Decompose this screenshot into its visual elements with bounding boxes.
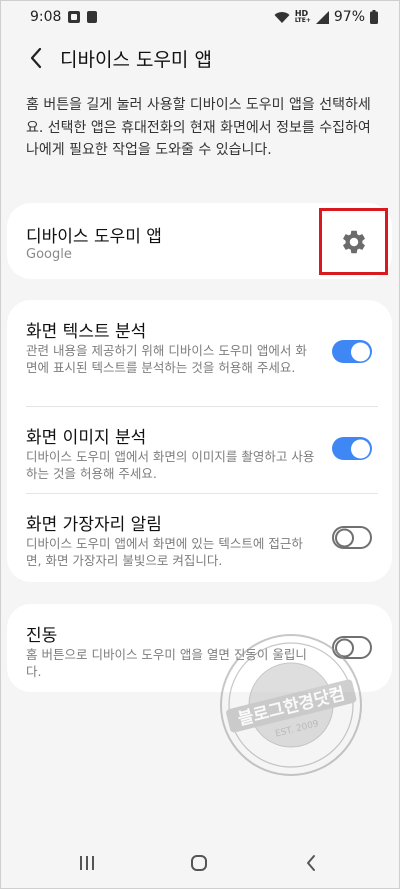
edge-alert-toggle[interactable] — [332, 526, 372, 549]
status-bar: 9:08 HD LTE+ 97% — [0, 0, 400, 34]
network-indicator: HD LTE+ — [295, 10, 311, 24]
text-analysis-toggle[interactable] — [332, 340, 372, 363]
toggle-knob — [335, 528, 354, 547]
setting-row-image-analysis[interactable]: 화면 이미지 분석 디바이스 도우미 앱에서 화면의 이미지를 촬영하고 사용하… — [7, 407, 392, 493]
analysis-settings-card: 화면 텍스트 분석 관련 내용을 제공하기 위해 디바이스 도우미 앱에서 화면… — [7, 300, 392, 582]
chevron-left-icon — [30, 47, 42, 69]
setting-description: 디바이스 도우미 앱에서 화면에 있는 텍스트에 접근하면, 화면 가장자리 불… — [26, 536, 303, 568]
home-icon — [191, 855, 207, 871]
page-description: 홈 버튼을 길게 눌러 사용할 디바이스 도우미 앱을 선택하세요. 선택한 앱… — [26, 97, 371, 158]
status-right: HD LTE+ 97% — [274, 9, 378, 25]
status-left: 9:08 — [30, 9, 98, 25]
back-button[interactable] — [22, 44, 50, 72]
setting-title: 화면 이미지 분석 — [26, 428, 147, 448]
setting-row-edge-alert[interactable]: 화면 가장자리 알림 디바이스 도우미 앱에서 화면에 있는 텍스트에 접근하면… — [7, 494, 392, 582]
setting-row-text-analysis[interactable]: 화면 텍스트 분석 관련 내용을 제공하기 위해 디바이스 도우미 앱에서 화면… — [7, 300, 392, 404]
wifi-icon — [274, 11, 290, 24]
gear-icon — [342, 230, 365, 253]
setting-description: 디바이스 도우미 앱에서 화면의 이미지를 촬영하고 사용하는 것을 허용해 주… — [26, 449, 315, 481]
signal-icon — [315, 10, 329, 24]
navigation-bar — [0, 838, 400, 888]
setting-title: 화면 가장자리 알림 — [26, 515, 162, 535]
recent-apps-button[interactable] — [72, 850, 102, 876]
toggle-knob — [351, 342, 370, 361]
home-button[interactable] — [184, 850, 214, 876]
app-header: 디바이스 도우미 앱 — [0, 36, 400, 80]
vibration-title: 진동 — [26, 626, 58, 646]
setting-description: 관련 내용을 제공하기 위해 디바이스 도우미 앱에서 화면에 표시된 텍스트를… — [26, 343, 307, 375]
network-subtype: LTE+ — [294, 17, 311, 24]
toggle-knob — [351, 439, 370, 458]
back-nav-button[interactable] — [296, 850, 326, 876]
battery-icon — [370, 10, 378, 24]
assistant-app-label: 디바이스 도우미 앱 — [26, 227, 162, 247]
setting-title: 화면 텍스트 분석 — [26, 322, 147, 342]
status-time: 9:08 — [30, 9, 62, 25]
assistant-settings-button[interactable] — [319, 208, 388, 275]
assistant-app-value: Google — [26, 247, 72, 262]
back-icon — [307, 855, 315, 871]
page-title: 디바이스 도우미 앱 — [60, 49, 212, 71]
watermark-seal-icon: 블로그한경닷컴 EST. 2009 — [220, 634, 362, 776]
assistant-app-card[interactable]: 디바이스 도우미 앱 Google — [7, 203, 392, 279]
battery-percent: 97% — [333, 9, 365, 25]
notification-icon — [68, 11, 81, 23]
notification-icon — [87, 11, 98, 23]
image-analysis-toggle[interactable] — [332, 437, 372, 460]
recent-apps-icon — [80, 856, 94, 870]
watermark-stamp: 블로그한경닷컴 EST. 2009 — [218, 632, 364, 778]
